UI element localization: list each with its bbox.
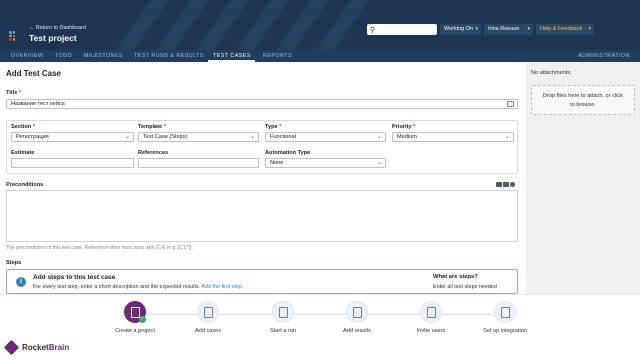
expand-icon[interactable]: [507, 101, 514, 107]
rocketbrain-mark-icon: [3, 339, 20, 356]
chevron-down-icon: ⌄: [124, 134, 130, 140]
no-attachments-text: No attachments.: [531, 70, 572, 76]
chevron-down-icon: ⌄: [376, 160, 382, 166]
search-icon: ⚲: [370, 27, 376, 34]
editor-toolbar: [495, 182, 515, 189]
image-icon[interactable]: [503, 182, 509, 187]
chevron-down-icon: ▾: [588, 26, 591, 32]
step-label: Start a run: [269, 328, 297, 334]
add-cases-icon: [197, 301, 219, 323]
references-label: References: [138, 150, 169, 156]
attachments-sidebar: No attachments. Drop files here to attac…: [526, 62, 640, 294]
onboarding-progress-bar: ✓ Create a project Add cases Start a run…: [0, 294, 640, 360]
step-label: Add results: [343, 328, 371, 334]
return-to-dashboard-link[interactable]: ← Return to Dashboard: [29, 25, 86, 31]
steps-info-panel: i Add steps to this test case For every …: [6, 269, 518, 294]
search-input[interactable]: ⚲: [367, 24, 437, 35]
main-navigation: OVERVIEW TODO MILESTONES TEST RUNS & RES…: [0, 50, 640, 62]
page-title: Add Test Case: [6, 69, 61, 78]
title-label: Title *: [6, 90, 22, 96]
title-input[interactable]: Название тест кейса: [6, 99, 518, 109]
start-run-icon: [272, 301, 294, 323]
template-label: Template *: [138, 124, 166, 130]
references-input[interactable]: [138, 158, 259, 168]
section-select[interactable]: Регистрация ⌄: [11, 132, 134, 142]
onboarding-step-start-run[interactable]: Start a run: [253, 301, 313, 334]
step-label: Create a project: [115, 328, 155, 334]
step-label: Set up integration: [483, 328, 527, 334]
template-select[interactable]: Test Case (Steps) ⌄: [138, 132, 259, 142]
onboarding-step-add-results[interactable]: Add results: [327, 301, 387, 334]
steps-description: For every test step, enter a short descr…: [33, 284, 244, 290]
onboarding-step-add-cases[interactable]: Add cases: [178, 301, 238, 334]
table-icon[interactable]: [496, 182, 502, 187]
brand-name: RocketBrain: [22, 343, 70, 352]
estimate-input[interactable]: [11, 158, 134, 168]
onboarding-step-setup-integration[interactable]: Set up integration: [475, 301, 535, 334]
automation-type-label: Automation Type: [265, 150, 311, 156]
title-value: Название тест кейса: [11, 101, 65, 107]
preconditions-textarea[interactable]: [6, 190, 518, 242]
priority-label: Priority *: [392, 124, 416, 130]
type-value: Functional: [270, 134, 296, 140]
estimate-label: Estimate: [11, 150, 35, 156]
tab-reports[interactable]: REPORTS: [263, 50, 292, 62]
help-feedback-label: Help & Feedback: [540, 26, 583, 32]
tab-milestones[interactable]: MILESTONES: [84, 50, 123, 62]
step-label: Add cases: [194, 328, 222, 334]
help-icon[interactable]: [510, 182, 515, 187]
onboarding-step-invite-users[interactable]: Invite users: [401, 301, 461, 334]
type-select[interactable]: Functional ⌄: [265, 132, 386, 142]
automation-type-value: None: [270, 160, 284, 166]
working-on-dropdown[interactable]: Working On ▾: [440, 24, 481, 35]
setup-integration-icon: [494, 301, 516, 323]
tab-todo[interactable]: TODO: [55, 50, 72, 62]
steps-label: Steps: [6, 260, 22, 266]
priority-select[interactable]: Medium ⌄: [392, 132, 514, 142]
top-header: ← Return to Dashboard Test project ⚲ Wor…: [0, 0, 640, 50]
automation-type-select[interactable]: None ⌄: [265, 158, 386, 168]
chevron-down-icon: ⌄: [504, 134, 510, 140]
header-decoration: [110, 0, 370, 50]
tab-administration[interactable]: ADMINISTRATION: [578, 50, 630, 62]
user-menu-dropdown[interactable]: Irina Reeuue ▾: [484, 24, 533, 35]
type-label: Type *: [265, 124, 282, 130]
onboarding-step-create-project[interactable]: ✓ Create a project: [105, 301, 165, 334]
section-value: Регистрация: [16, 134, 49, 140]
invite-users-icon: [420, 301, 442, 323]
chevron-down-icon: ▾: [527, 26, 530, 32]
add-test-case-form: Add Test Case Title * Название тест кейс…: [0, 62, 526, 294]
create-project-icon: ✓: [124, 301, 146, 323]
chevron-down-icon: ⌄: [249, 134, 255, 140]
app-logo-icon[interactable]: [9, 31, 18, 41]
attachment-dropzone[interactable]: Drop files here to attach, or click to b…: [531, 85, 635, 115]
working-on-label: Working On: [444, 26, 473, 32]
preconditions-label: Preconditions: [6, 182, 44, 188]
template-value: Test Case (Steps): [143, 134, 188, 140]
case-properties-group: Section * Регистрация ⌄ Template * Test …: [6, 120, 518, 174]
add-first-step-link[interactable]: Add the first step.: [201, 284, 243, 290]
tab-overview[interactable]: OVERVIEW: [11, 50, 43, 62]
dropzone-text-line2: to browse.: [570, 101, 596, 108]
chevron-down-icon: ▾: [475, 26, 478, 32]
user-name: Irina Reeuue: [488, 26, 520, 32]
section-label: Section *: [11, 124, 35, 130]
chevron-down-icon: ⌄: [376, 134, 382, 140]
help-feedback-dropdown[interactable]: Help & Feedback ▾: [536, 24, 594, 35]
check-icon: ✓: [139, 316, 146, 323]
add-results-icon: [346, 301, 368, 323]
preconditions-hint: The preconditions of this test case. Ref…: [6, 245, 194, 251]
info-icon: i: [16, 277, 26, 287]
priority-value: Medium: [397, 134, 417, 140]
what-are-steps-text: Enter all test steps needed: [433, 284, 497, 290]
project-title: Test project: [29, 33, 77, 43]
steps-heading: Add steps to this test case: [33, 274, 116, 281]
tab-test-runs[interactable]: TEST RUNS & RESULTS: [134, 50, 204, 62]
what-are-steps-heading: What are steps?: [433, 274, 478, 280]
step-label: Invite users: [416, 328, 446, 334]
dropzone-text-line1: Drop files here to attach, or click: [543, 93, 623, 99]
